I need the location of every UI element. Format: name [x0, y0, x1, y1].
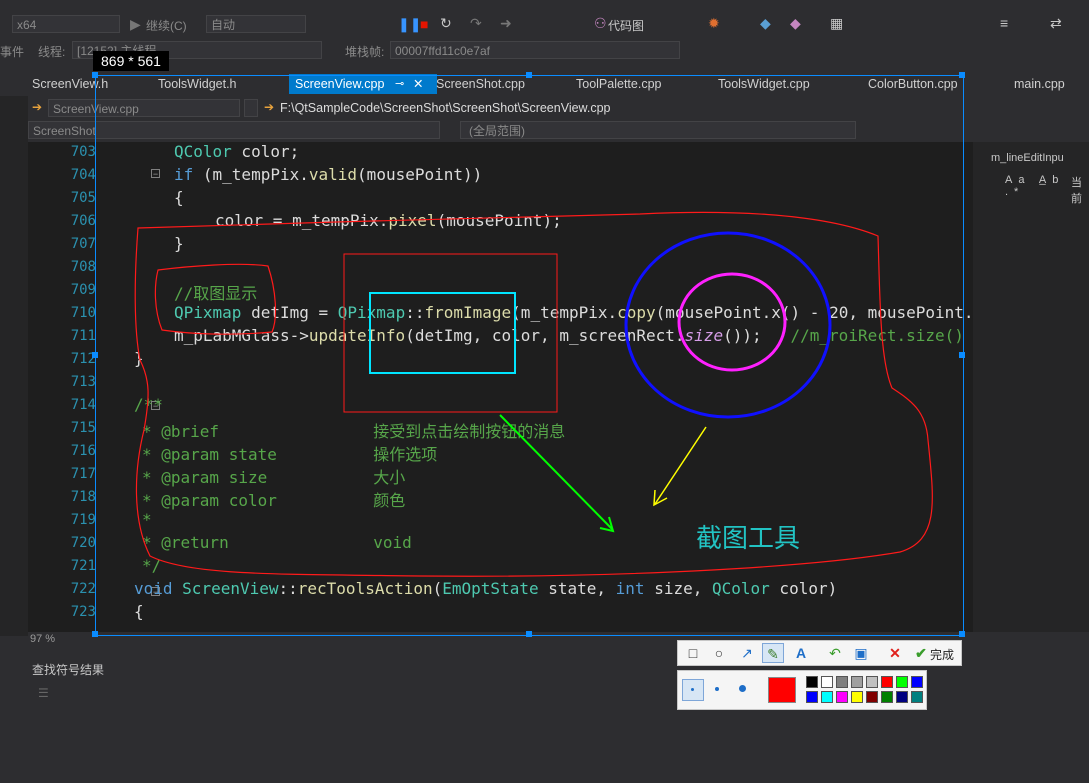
cancel-icon[interactable]: ✕: [884, 643, 906, 663]
color-swatch[interactable]: [911, 676, 923, 688]
magenta-ellipse: [677, 272, 787, 372]
pen-options-panel: [677, 670, 927, 710]
color-swatch[interactable]: [896, 676, 908, 688]
color-swatch[interactable]: [821, 691, 833, 703]
done-button[interactable]: 完成: [930, 646, 954, 663]
current-color-swatch[interactable]: [768, 677, 796, 703]
yellow-arrow-line: [654, 426, 707, 505]
color-swatch[interactable]: [806, 676, 818, 688]
medium-size-button[interactable]: [715, 687, 719, 691]
undo-icon[interactable]: ↶: [824, 643, 846, 663]
large-size-button[interactable]: [739, 685, 746, 692]
small-size-button[interactable]: [682, 679, 704, 701]
small-dot-icon: [691, 688, 694, 691]
color-swatch[interactable]: [821, 676, 833, 688]
selection-size-label: 869 * 561: [93, 51, 169, 71]
color-swatch[interactable]: [806, 691, 818, 703]
cyan-rectangle: [369, 292, 516, 374]
confirm-icon[interactable]: ✔: [910, 643, 932, 663]
color-swatch[interactable]: [851, 691, 863, 703]
color-swatch[interactable]: [851, 676, 863, 688]
arrow-tool-icon[interactable]: ↗: [736, 643, 758, 663]
color-swatch[interactable]: [836, 691, 848, 703]
ellipse-tool-icon[interactable]: ○: [708, 643, 730, 663]
rectangle-tool-icon[interactable]: □: [682, 643, 704, 663]
annotation-text: 截图工具: [696, 524, 801, 554]
color-swatch[interactable]: [836, 676, 848, 688]
color-swatch[interactable]: [881, 676, 893, 688]
color-swatch[interactable]: [911, 691, 923, 703]
save-icon[interactable]: ▣: [850, 643, 872, 663]
green-arrow-line: [499, 414, 613, 530]
color-swatch[interactable]: [866, 691, 878, 703]
red-rectangle: [343, 253, 558, 413]
draw-toolbar: □ ○ ↗ ✎ A ↶ ▣ ✕ ✔ 完成: [677, 640, 962, 666]
color-swatch[interactable]: [896, 691, 908, 703]
blue-ellipse: [624, 231, 832, 419]
text-tool-icon[interactable]: A: [790, 643, 812, 663]
red-freehand-outline: [134, 211, 933, 577]
pen-tool-icon[interactable]: ✎: [762, 643, 784, 663]
red-freehand-box: [154, 263, 277, 335]
color-swatch[interactable]: [866, 676, 878, 688]
color-swatch[interactable]: [881, 691, 893, 703]
